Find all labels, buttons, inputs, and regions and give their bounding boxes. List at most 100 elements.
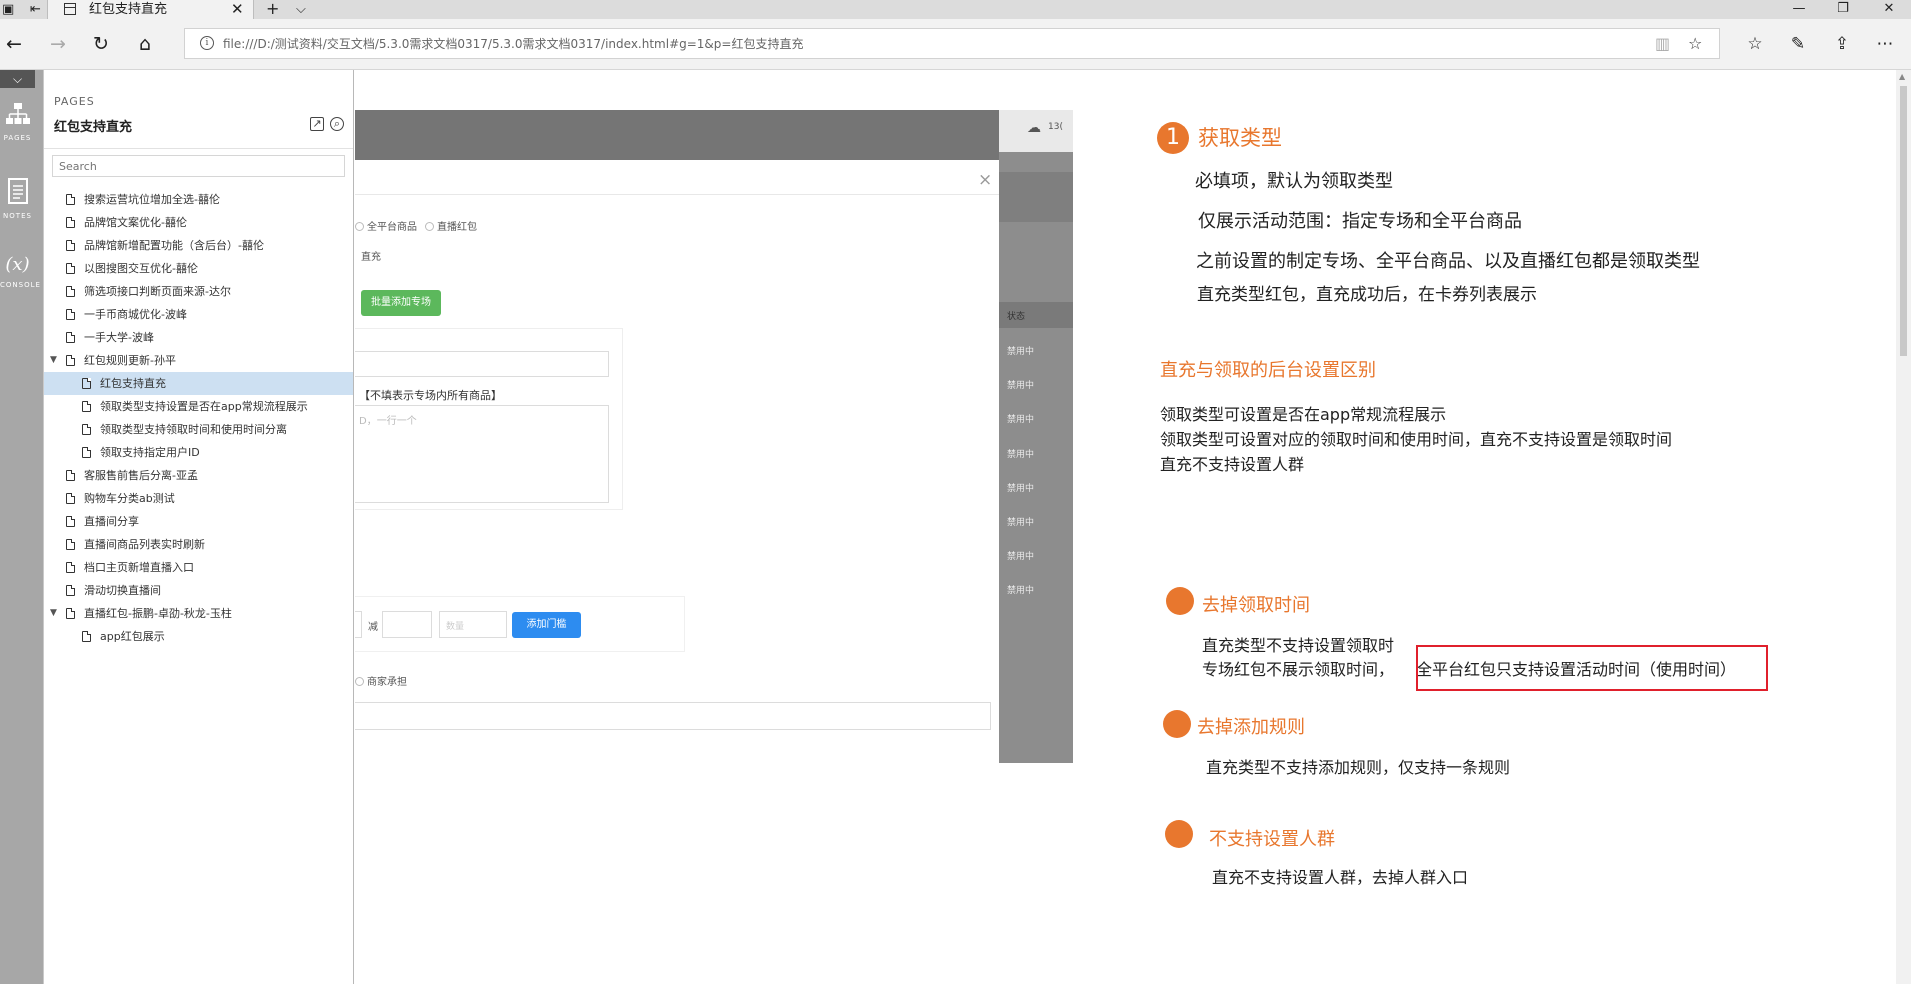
url-field[interactable]: i file:///D:/测试资料/交互文档/5.3.0需求文档0317/5.3… [184,28,1720,59]
page-icon [66,470,75,481]
tree-item-label: 领取类型支持领取时间和使用时间分离 [100,423,287,436]
cloud-download-icon: ☁ [1027,120,1041,136]
tree-item[interactable]: 品牌馆文案优化-囍伦 [44,211,353,234]
tab-active[interactable]: 红包支持直充 ✕ [47,0,254,19]
tree-item[interactable]: 客服售前售后分离-亚孟 [44,464,353,487]
tree-item[interactable]: ▼ 直播红包-振鹏-卓劭-秋龙-玉柱 [44,602,353,625]
tree-item-label: 红包支持直充 [100,377,166,390]
tree-item[interactable]: 一手大学-波峰 [44,326,353,349]
minimize-button[interactable]: — [1779,0,1819,19]
page-icon [82,378,91,389]
page-icon [82,447,91,458]
mock-radio-live: 直播红包 [425,218,477,233]
home-button[interactable]: ⌂ [132,31,158,57]
search-input[interactable] [52,155,345,177]
more-menu-icon[interactable]: ⋯ [1872,31,1898,57]
rail-notes-label: NOTES [3,212,32,220]
tree-item-label: 一手币商城优化-波峰 [84,308,187,321]
tree-item[interactable]: 以图搜图交互优化-囍伦 [44,257,353,280]
panel-divider [44,148,353,149]
page-icon [66,562,75,573]
vertical-scrollbar[interactable]: ▲ [1896,70,1911,984]
tree-item[interactable]: ▼ 红包规则更新-孙平 [44,349,353,372]
forward-button[interactable]: → [45,31,71,57]
rail-console-label: CONSOLE [0,281,41,289]
favorite-star-icon[interactable]: ☆ [1688,35,1702,53]
tree-item[interactable]: 一手币商城优化-波峰 [44,303,353,326]
section-number-badge: 1 [1157,122,1189,154]
mock-top-number: 13( [1048,122,1063,132]
expand-chevron-icon[interactable]: ▼ [50,349,57,372]
rail-pages[interactable]: PAGES [0,102,35,143]
tree-item[interactable]: 领取类型支持领取时间和使用时间分离 [44,418,353,441]
left-rail: ⌵ PAGES NOTES (x) CONSOLE [0,70,43,984]
tree-item[interactable]: 领取类型支持设置是否在app常规流程展示 [44,395,353,418]
maximize-button[interactable]: ❐ [1823,0,1863,19]
tree-item-label: 品牌馆文案优化-囍伦 [84,216,187,229]
mock-status-cell: 禁用中 [1007,586,1035,597]
page-icon [66,516,75,527]
s3-line-1: 直充类型不支持设置领取时 [1202,636,1395,655]
bullet-dot [1165,820,1193,848]
tree-item[interactable]: 直播间商品列表实时刷新 [44,533,353,556]
favorites-list-icon[interactable]: ☆ [1742,31,1768,57]
url-text[interactable]: file:///D:/测试资料/交互文档/5.3.0需求文档0317/5.3.0… [223,36,803,52]
mock-input-1 [355,351,609,377]
s4-line: 直充类型不支持添加规则，仅支持一条规则 [1206,758,1511,777]
s3-line-2a: 专场红包不展示领取时间， [1202,660,1395,679]
tree-item-label: 以图搜图交互优化-囍伦 [84,262,198,275]
page-icon [66,585,75,596]
tab-close-icon[interactable]: ✕ [231,0,244,18]
search-page-icon[interactable]: ⌕ [330,117,344,131]
reading-view-icon[interactable]: ▥ [1655,35,1670,53]
tree-item[interactable]: 品牌馆新增配置功能（含后台）-囍伦 [44,234,353,257]
mock-merchant-radio: 商家承担 [355,673,407,688]
tree-item[interactable]: 红包支持直充 [44,372,353,395]
tab-list-chevron-icon[interactable]: ⌵ [296,1,306,18]
pen-icon[interactable]: ✎ [1785,31,1811,57]
mock-close-icon: × [978,170,993,190]
rail-console[interactable]: (x) CONSOLE [0,250,41,290]
tree-item[interactable]: 档口主页新增直播入口 [44,556,353,579]
site-info-icon[interactable]: i [200,36,214,50]
tree-item[interactable]: 搜索运营坑位增加全选-囍伦 [44,188,353,211]
scroll-up-icon[interactable]: ▲ [1899,72,1905,81]
tree-item-label: 直播红包-振鹏-卓劭-秋龙-玉柱 [84,607,232,620]
new-tab-button[interactable]: + [266,1,279,17]
tree-item[interactable]: 滑动切换直播间 [44,579,353,602]
tree-item[interactable]: 筛选项接口判断页面来源-达尔 [44,280,353,303]
page-icon [66,217,75,228]
tree-item-label: 直播间商品列表实时刷新 [84,538,205,551]
set-aside-tabs-icon[interactable]: ⇤ [30,1,41,18]
mock-status-cell: 禁用中 [1007,483,1035,494]
scrollbar-thumb[interactable] [1900,86,1907,356]
tree-item[interactable]: 直播间分享 [44,510,353,533]
refresh-button[interactable]: ↻ [88,31,114,57]
mock-status-cell: 禁用中 [1007,347,1035,357]
tree-item-label: 品牌馆新增配置功能（含后台）-囍伦 [84,239,264,252]
page-icon [66,493,75,504]
rail-notes[interactable]: NOTES [0,178,35,221]
expand-chevron-icon[interactable]: ▼ [50,602,57,625]
tab-title: 红包支持直充 [89,2,168,17]
tree-item-label: 红包规则更新-孙平 [84,354,176,367]
variable-icon: (x) [5,254,30,275]
address-toolbar: ← → ↻ ⌂ i file:///D:/测试资料/交互文档/5.3.0需求文档… [0,19,1911,70]
close-window-button[interactable]: ✕ [1869,0,1909,19]
page-icon [82,424,91,435]
tree-item[interactable]: 购物车分类ab测试 [44,487,353,510]
back-button[interactable]: ← [1,31,27,57]
page-icon [66,608,75,619]
s2-line-1: 领取类型可设置是否在app常规流程展示 [1160,405,1447,424]
page-icon [66,539,75,550]
share-icon[interactable]: ⇪ [1829,31,1855,57]
collapse-toggle[interactable]: ⌵ [0,70,35,88]
page-icon [66,286,75,297]
window-menu-icon[interactable]: ▣ [2,1,14,18]
tree-item[interactable]: app红包展示 [44,625,353,648]
open-new-window-icon[interactable]: ↗ [310,117,324,131]
tree-item-label: 一手大学-波峰 [84,331,154,344]
mock-top-strip: ☁ 13( [999,110,1073,152]
tree-item[interactable]: 领取支持指定用户ID [44,441,353,464]
page-icon [66,240,75,251]
